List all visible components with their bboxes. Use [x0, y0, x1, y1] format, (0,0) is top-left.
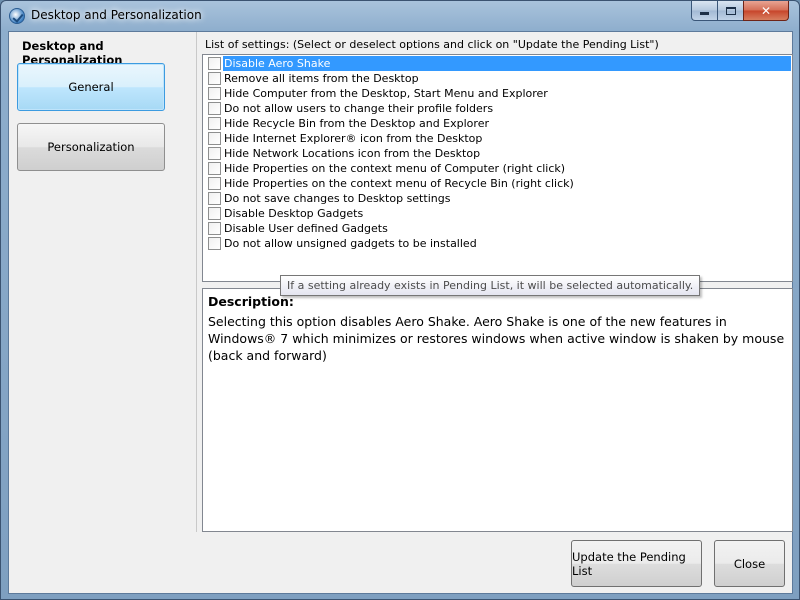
window-title: Desktop and Personalization	[31, 8, 202, 22]
button-bar: Update the Pending List Close	[9, 533, 792, 593]
setting-checkbox[interactable]	[208, 147, 221, 160]
description-panel: Description: Selecting this option disab…	[202, 288, 793, 532]
setting-checkbox[interactable]	[208, 192, 221, 205]
setting-checkbox[interactable]	[208, 57, 221, 70]
app-icon	[9, 8, 25, 24]
sidebar: Desktop and Personalization General Pers…	[9, 32, 197, 532]
close-icon: ✕	[760, 3, 772, 18]
setting-label: Hide Properties on the context menu of C…	[224, 162, 566, 175]
window-close-button[interactable]: ✕	[743, 1, 789, 21]
setting-label: Disable Desktop Gadgets	[224, 207, 364, 220]
app-window: Desktop and Personalization ✕ Desktop an…	[0, 0, 800, 600]
setting-label: Do not allow users to change their profi…	[224, 102, 494, 115]
setting-checkbox[interactable]	[208, 102, 221, 115]
settings-list-item[interactable]: Disable Desktop Gadgets	[203, 206, 792, 221]
setting-checkbox[interactable]	[208, 162, 221, 175]
setting-checkbox[interactable]	[208, 207, 221, 220]
setting-label: Disable Aero Shake	[223, 56, 791, 71]
settings-list-item[interactable]: Disable User defined Gadgets	[203, 221, 792, 236]
setting-checkbox[interactable]	[208, 117, 221, 130]
settings-list-item[interactable]: Disable Aero Shake	[203, 56, 792, 71]
settings-list-item[interactable]: Hide Computer from the Desktop, Start Me…	[203, 86, 792, 101]
settings-list-item[interactable]: Do not allow users to change their profi…	[203, 101, 792, 116]
client-area: Desktop and Personalization General Pers…	[8, 31, 793, 594]
sidebar-item-general[interactable]: General	[17, 63, 165, 111]
setting-label: Remove all items from the Desktop	[224, 72, 419, 85]
setting-label: Hide Computer from the Desktop, Start Me…	[224, 87, 548, 100]
sidebar-item-personalization[interactable]: Personalization	[17, 123, 165, 171]
setting-checkbox[interactable]	[208, 132, 221, 145]
setting-checkbox[interactable]	[208, 222, 221, 235]
settings-list-item[interactable]: Remove all items from the Desktop	[203, 71, 792, 86]
setting-label: Hide Network Locations icon from the Des…	[224, 147, 481, 160]
settings-list-item[interactable]: Hide Recycle Bin from the Desktop and Ex…	[203, 116, 792, 131]
setting-checkbox[interactable]	[208, 237, 221, 250]
title-bar[interactable]: Desktop and Personalization ✕	[1, 1, 799, 31]
maximize-icon	[725, 6, 736, 15]
settings-list-item[interactable]: Hide Properties on the context menu of R…	[203, 176, 792, 191]
settings-list[interactable]: Disable Aero Shake Remove all items from …	[202, 54, 793, 282]
settings-list-item[interactable]: Hide Internet Explorer® icon from the De…	[203, 131, 792, 146]
description-text: Selecting this option disables Aero Shak…	[208, 314, 785, 363]
close-button[interactable]: Close	[714, 540, 785, 587]
maximize-button[interactable]	[717, 1, 744, 21]
tooltip: If a setting already exists in Pending L…	[280, 275, 701, 296]
settings-list-item[interactable]: Hide Properties on the context menu of C…	[203, 161, 792, 176]
setting-label: Disable User defined Gadgets	[224, 222, 388, 235]
minimize-icon	[700, 12, 709, 15]
settings-list-item[interactable]: Do not save changes to Desktop settings	[203, 191, 792, 206]
update-pending-list-button[interactable]: Update the Pending List	[571, 540, 702, 587]
settings-list-header: List of settings: (Select or deselect op…	[205, 38, 659, 51]
setting-checkbox[interactable]	[208, 72, 221, 85]
description-title: Description:	[208, 294, 294, 309]
minimize-button[interactable]	[691, 1, 718, 21]
setting-label: Hide Properties on the context menu of R…	[224, 177, 574, 190]
setting-label: Do not save changes to Desktop settings	[224, 192, 451, 205]
setting-label: Hide Internet Explorer® icon from the De…	[224, 132, 483, 145]
setting-checkbox[interactable]	[208, 177, 221, 190]
setting-label: Do not allow unsigned gadgets to be inst…	[224, 237, 477, 250]
setting-checkbox[interactable]	[208, 87, 221, 100]
settings-list-item[interactable]: Hide Network Locations icon from the Des…	[203, 146, 792, 161]
settings-list-item[interactable]: Do not allow unsigned gadgets to be inst…	[203, 236, 792, 251]
setting-label: Hide Recycle Bin from the Desktop and Ex…	[224, 117, 489, 130]
